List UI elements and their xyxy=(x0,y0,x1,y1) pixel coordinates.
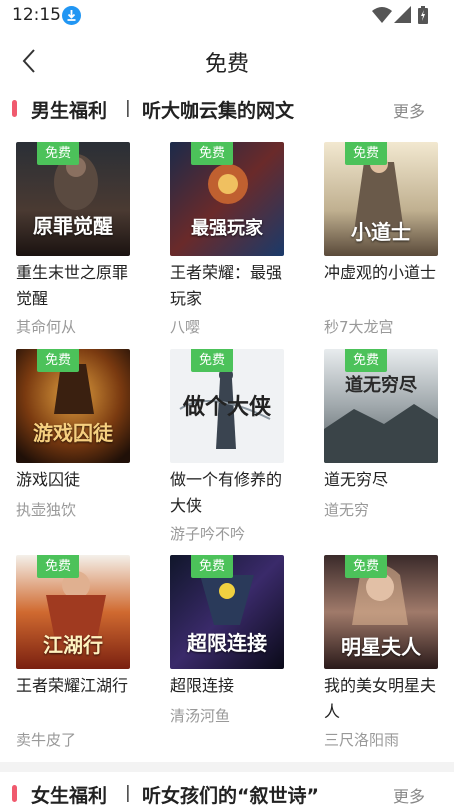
cover-title: 小道士 xyxy=(351,220,411,244)
more-link[interactable]: 更多 xyxy=(393,98,425,122)
battery-icon xyxy=(418,6,428,24)
section-separator: | xyxy=(125,98,131,118)
free-badge: 免费 xyxy=(191,349,233,372)
cover-title: 江湖行 xyxy=(43,633,103,657)
book-title: 游戏囚徒 xyxy=(16,470,81,489)
book-author: 其命何从 xyxy=(16,318,77,336)
book-title: 超限连接 xyxy=(170,676,235,695)
download-icon xyxy=(62,6,81,25)
book-author: 游子吟不吟 xyxy=(170,525,246,543)
cover-title: 最强玩家 xyxy=(191,218,263,239)
book-title: 做一个有修养的大侠 xyxy=(170,470,283,515)
book-author: 清汤河鱼 xyxy=(170,707,231,725)
book-title: 道无穷尽 xyxy=(324,470,389,489)
more-link[interactable]: 更多 xyxy=(393,783,425,807)
section-header-female: 女生福利 | 听女孩们的“叙世诗” 更多 xyxy=(0,775,454,807)
section-divider xyxy=(0,762,454,772)
section-title: 男生福利 xyxy=(31,100,108,122)
free-badge: 免费 xyxy=(191,555,233,578)
cover-title: 明星夫人 xyxy=(341,635,421,659)
book-title: 重生末世之原罪觉醒 xyxy=(16,263,129,308)
book-author: 卖牛皮了 xyxy=(16,731,77,749)
book-author: 三尺洛阳雨 xyxy=(324,731,400,749)
cover-title: 道无穷尽 xyxy=(345,375,417,396)
book-author: 秒7大龙宫 xyxy=(324,318,394,336)
free-badge: 免费 xyxy=(345,349,387,372)
signal-icon xyxy=(394,6,411,23)
section-accent-bar xyxy=(12,100,17,117)
book-title: 冲虚观的小道士 xyxy=(324,263,437,282)
section-separator: | xyxy=(125,783,131,803)
free-badge: 免费 xyxy=(37,349,79,372)
book-title: 王者荣耀：最强玩家 xyxy=(170,263,283,308)
cover-title: 做个大侠 xyxy=(182,394,271,420)
page-title: 免费 xyxy=(204,52,249,77)
section-header-male: 男生福利 | 听大咖云集的网文 更多 xyxy=(0,90,454,130)
status-bar: 12:15 xyxy=(0,0,454,32)
cover-title: 游戏囚徒 xyxy=(33,421,113,445)
book-title: 王者荣耀江湖行 xyxy=(16,676,129,695)
section-title: 女生福利 xyxy=(31,785,108,807)
book-author: 道无穷 xyxy=(324,501,370,519)
free-badge: 免费 xyxy=(37,555,79,578)
book-author: 八嘤 xyxy=(170,318,201,336)
wifi-icon xyxy=(372,7,392,23)
section-accent-bar xyxy=(12,785,17,802)
book-title: 我的美女明星夫人 xyxy=(324,676,437,721)
app-bar: 免费 xyxy=(0,32,454,90)
free-badge: 免费 xyxy=(191,142,233,165)
cover-title: 原罪觉醒 xyxy=(33,214,113,238)
free-badge: 免费 xyxy=(345,555,387,578)
section-subtitle: 听女孩们的“叙世诗” xyxy=(142,785,319,807)
status-time: 12:15 xyxy=(12,5,61,25)
free-badge: 免费 xyxy=(345,142,387,165)
cover-title: 超限连接 xyxy=(187,631,267,655)
book-author: 执壶独饮 xyxy=(16,501,77,519)
section-subtitle: 听大咖云集的网文 xyxy=(142,100,295,122)
free-badge: 免费 xyxy=(37,142,79,165)
